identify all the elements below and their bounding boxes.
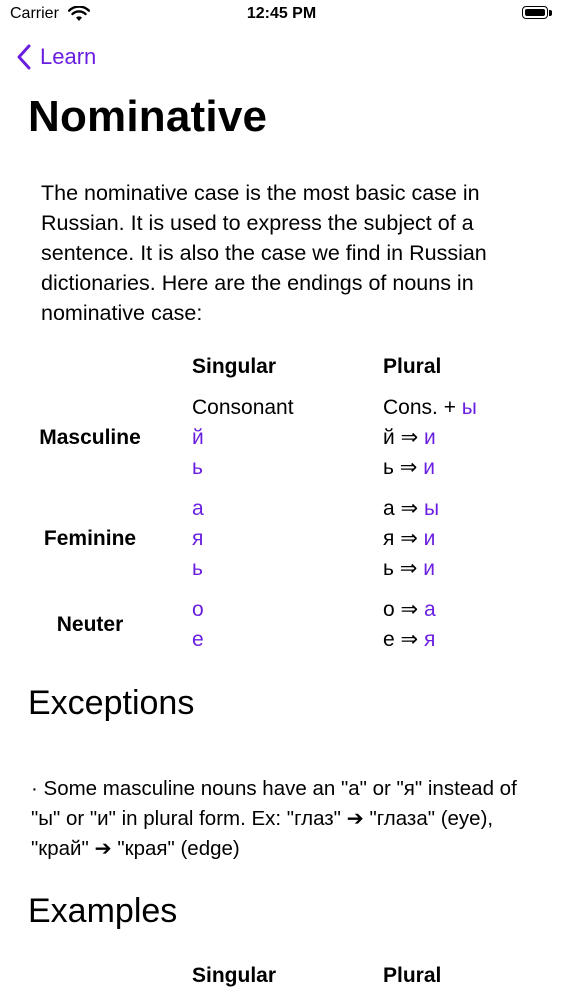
gender-neuter: Neuter xyxy=(56,613,124,636)
masc-singular-1: Consonant xyxy=(192,396,294,419)
status-bar: Carrier 12:45 PM xyxy=(0,0,563,30)
page-title: Nominative xyxy=(28,92,268,141)
gender-masculine: Masculine xyxy=(39,426,141,449)
battery-icon xyxy=(522,6,552,21)
masc-plural-2: й ⇒ и xyxy=(383,426,436,449)
neut-singular-1: о xyxy=(192,598,204,621)
gender-feminine: Feminine xyxy=(43,527,137,550)
masc-plural-1: Cons. + ы xyxy=(383,396,477,419)
back-button-label: Learn xyxy=(40,44,97,69)
header-plural: Plural xyxy=(383,355,442,378)
exceptions-heading: Exceptions xyxy=(28,684,195,722)
neut-plural-2: е ⇒ я xyxy=(383,628,436,651)
header-singular: Singular xyxy=(192,355,277,378)
fem-plural-1: а ⇒ ы xyxy=(383,497,440,520)
fem-singular-1: а xyxy=(192,497,204,520)
intro-paragraph: The nominative case is the most basic ca… xyxy=(41,181,487,325)
fem-plural-2: я ⇒ и xyxy=(383,527,436,550)
back-button[interactable]: Learn xyxy=(16,40,96,74)
neut-singular-2: е xyxy=(192,628,204,651)
clock: 12:45 PM xyxy=(246,5,317,22)
fem-plural-3: ь ⇒ и xyxy=(383,557,435,580)
chevron-left-icon xyxy=(17,44,31,70)
examples-header-singular: Singular xyxy=(192,964,277,987)
examples-header-plural: Plural xyxy=(383,964,442,987)
masc-singular-2: й xyxy=(192,426,204,449)
masc-singular-3: ь xyxy=(192,456,203,479)
examples-heading: Examples xyxy=(28,892,178,930)
neut-plural-1: о ⇒ а xyxy=(383,598,436,621)
fem-singular-3: ь xyxy=(192,557,203,580)
fem-singular-2: я xyxy=(192,527,204,550)
masc-plural-3: ь ⇒ и xyxy=(383,456,435,479)
exceptions-text: · Some masculine nouns have an "а" or "я… xyxy=(31,777,517,860)
